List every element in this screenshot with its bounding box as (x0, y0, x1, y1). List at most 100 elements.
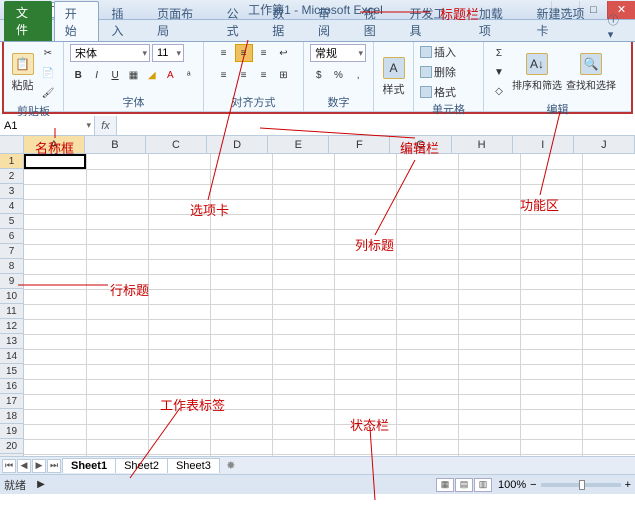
row-4[interactable]: 4 (0, 199, 23, 214)
copy-icon[interactable]: 📄 (39, 64, 57, 82)
tab-addins[interactable]: 加载项 (469, 2, 525, 41)
zoom-label[interactable]: 100% (498, 479, 526, 491)
find-select-button[interactable]: 🔍 查找和选择 (566, 53, 616, 92)
zoom-in-button[interactable]: + (625, 479, 631, 491)
row-11[interactable]: 11 (0, 304, 23, 319)
col-C[interactable]: C (146, 136, 207, 153)
formula-input[interactable] (117, 116, 635, 135)
phonetic-icon[interactable]: ᵃ (181, 66, 197, 84)
merge-icon[interactable]: ⊞ (275, 66, 293, 84)
row-2[interactable]: 2 (0, 169, 23, 184)
tab-file[interactable]: 文件 (4, 1, 52, 41)
row-5[interactable]: 5 (0, 214, 23, 229)
zoom-slider[interactable] (541, 483, 621, 487)
row-13[interactable]: 13 (0, 334, 23, 349)
font-name-combo[interactable]: 宋体 (70, 44, 150, 62)
clear-icon[interactable]: ◇ (490, 82, 508, 100)
wrap-icon[interactable]: ↩ (275, 44, 293, 62)
col-E[interactable]: E (268, 136, 329, 153)
tab-newtab[interactable]: 新建选项卡 (526, 2, 605, 41)
italic-icon[interactable]: I (88, 66, 104, 84)
underline-icon[interactable]: U (107, 66, 123, 84)
formatpainter-icon[interactable]: 🖌 (39, 84, 57, 102)
row-12[interactable]: 12 (0, 319, 23, 334)
delete-cells-button[interactable]: 删除 (420, 64, 477, 80)
name-box[interactable]: A1 (0, 116, 95, 135)
format-cells-button[interactable]: 格式 (420, 84, 477, 100)
last-sheet-button[interactable]: ⏭ (47, 459, 61, 473)
col-H[interactable]: H (452, 136, 513, 153)
sheet-tab-2[interactable]: Sheet2 (115, 458, 168, 473)
row-7[interactable]: 7 (0, 244, 23, 259)
font-size-combo[interactable]: 11 (152, 44, 184, 62)
percent-icon[interactable]: % (330, 66, 348, 84)
sheet-tab-1[interactable]: Sheet1 (62, 458, 116, 473)
row-3[interactable]: 3 (0, 184, 23, 199)
border-icon[interactable]: ▦ (125, 66, 141, 84)
sort-filter-button[interactable]: A↓ 排序和筛选 (512, 53, 562, 92)
bold-icon[interactable]: B (70, 66, 86, 84)
tab-data[interactable]: 数据 (262, 2, 306, 41)
paste-button[interactable]: 📋 粘贴 (10, 53, 35, 93)
tab-insert[interactable]: 插入 (101, 2, 145, 41)
row-9[interactable]: 9 (0, 274, 23, 289)
row-15[interactable]: 15 (0, 364, 23, 379)
tab-review[interactable]: 审阅 (308, 2, 352, 41)
row-16[interactable]: 16 (0, 379, 23, 394)
normal-view-button[interactable]: ▦ (436, 478, 454, 492)
row-20[interactable]: 20 (0, 439, 23, 454)
insert-cells-button[interactable]: 插入 (420, 44, 477, 60)
align-top-icon[interactable]: ≡ (215, 44, 233, 62)
tab-pagelayout[interactable]: 页面布局 (147, 2, 214, 41)
select-all-button[interactable] (0, 136, 24, 153)
find-icon: 🔍 (580, 53, 602, 75)
tab-devtools[interactable]: 开发工具 (399, 2, 466, 41)
col-A[interactable]: A (24, 136, 85, 153)
align-left-icon[interactable]: ≡ (215, 66, 233, 84)
new-sheet-button[interactable]: ✸ (222, 459, 240, 473)
row-18[interactable]: 18 (0, 409, 23, 424)
autosum-icon[interactable]: Σ (490, 44, 508, 62)
tab-home[interactable]: 开始 (54, 1, 100, 41)
fx-button[interactable]: fx (95, 116, 117, 135)
row-19[interactable]: 19 (0, 424, 23, 439)
row-6[interactable]: 6 (0, 229, 23, 244)
zoom-out-button[interactable]: − (530, 479, 536, 491)
cut-icon[interactable]: ✂ (39, 44, 57, 62)
macro-icon[interactable]: ▶ (32, 476, 50, 494)
number-format-combo[interactable]: 常规 (310, 44, 366, 62)
row-17[interactable]: 17 (0, 394, 23, 409)
row-21[interactable]: 21 (0, 454, 23, 456)
prev-sheet-button[interactable]: ◀ (17, 459, 31, 473)
tab-view[interactable]: 视图 (354, 2, 398, 41)
col-D[interactable]: D (207, 136, 268, 153)
row-1[interactable]: 1 (0, 154, 23, 169)
next-sheet-button[interactable]: ▶ (32, 459, 46, 473)
col-F[interactable]: F (329, 136, 390, 153)
row-10[interactable]: 10 (0, 289, 23, 304)
align-right-icon[interactable]: ≡ (255, 66, 273, 84)
align-center-icon[interactable]: ≡ (235, 66, 253, 84)
col-J[interactable]: J (574, 136, 635, 153)
comma-icon[interactable]: , (349, 66, 367, 84)
col-B[interactable]: B (85, 136, 146, 153)
tab-formulas[interactable]: 公式 (217, 2, 261, 41)
selected-cell[interactable] (24, 154, 86, 169)
cells-area[interactable] (24, 154, 635, 456)
fillcolor-icon[interactable]: ◢ (144, 66, 160, 84)
sheet-tab-3[interactable]: Sheet3 (167, 458, 220, 473)
styles-button[interactable]: A 样式 (380, 57, 407, 97)
align-middle-icon[interactable]: ≡ (235, 44, 253, 62)
row-14[interactable]: 14 (0, 349, 23, 364)
row-8[interactable]: 8 (0, 259, 23, 274)
col-G[interactable]: G (390, 136, 451, 153)
align-bottom-icon[interactable]: ≡ (255, 44, 273, 62)
col-I[interactable]: I (513, 136, 574, 153)
help-icon[interactable]: ⓘ ▾ (608, 12, 631, 41)
first-sheet-button[interactable]: ⏮ (2, 459, 16, 473)
currency-icon[interactable]: $ (310, 66, 328, 84)
pagebreak-view-button[interactable]: ▥ (474, 478, 492, 492)
pagelayout-view-button[interactable]: ▤ (455, 478, 473, 492)
fontcolor-icon[interactable]: A (162, 66, 178, 84)
fill-icon[interactable]: ▼ (490, 63, 508, 81)
